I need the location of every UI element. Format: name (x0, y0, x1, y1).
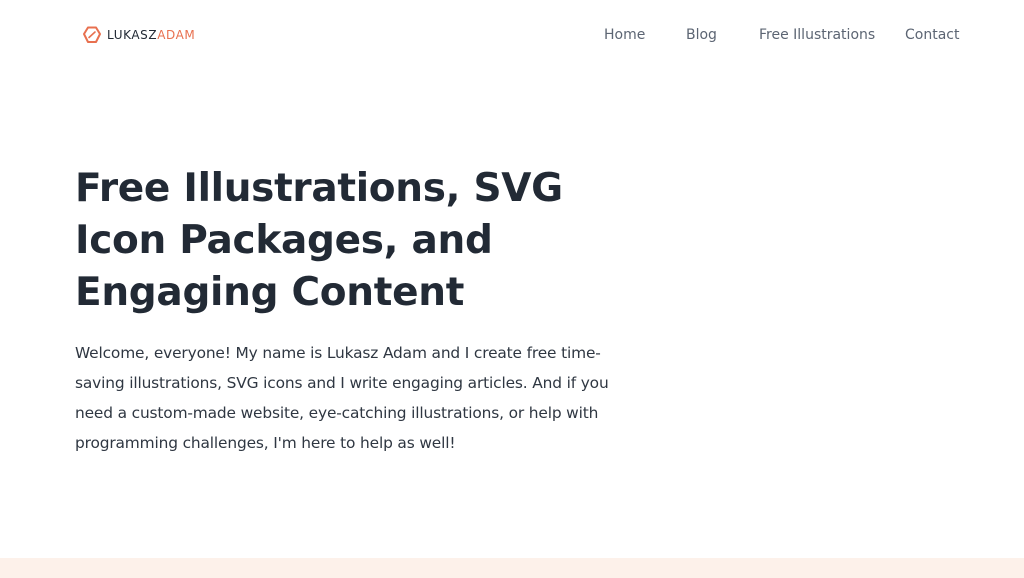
site-header: LUKASZADAM Home Blog Free Illustrations … (0, 0, 1024, 72)
nav-link-contact[interactable]: Contact (905, 25, 959, 45)
page: LUKASZADAM Home Blog Free Illustrations … (0, 0, 1024, 578)
hero-intro-text: Welcome, everyone! My name is Lukasz Ada… (75, 344, 609, 452)
main-nav: Home Blog Free Illustrations Contact (0, 25, 1024, 45)
nav-link-home[interactable]: Home (604, 25, 645, 45)
hero-title: Free Illustrations, SVG Icon Packages, a… (75, 166, 563, 315)
nav-link-free-illustrations[interactable]: Free Illustrations (759, 25, 875, 45)
nav-link-blog[interactable]: Blog (686, 25, 717, 45)
next-section-band (0, 558, 1024, 578)
